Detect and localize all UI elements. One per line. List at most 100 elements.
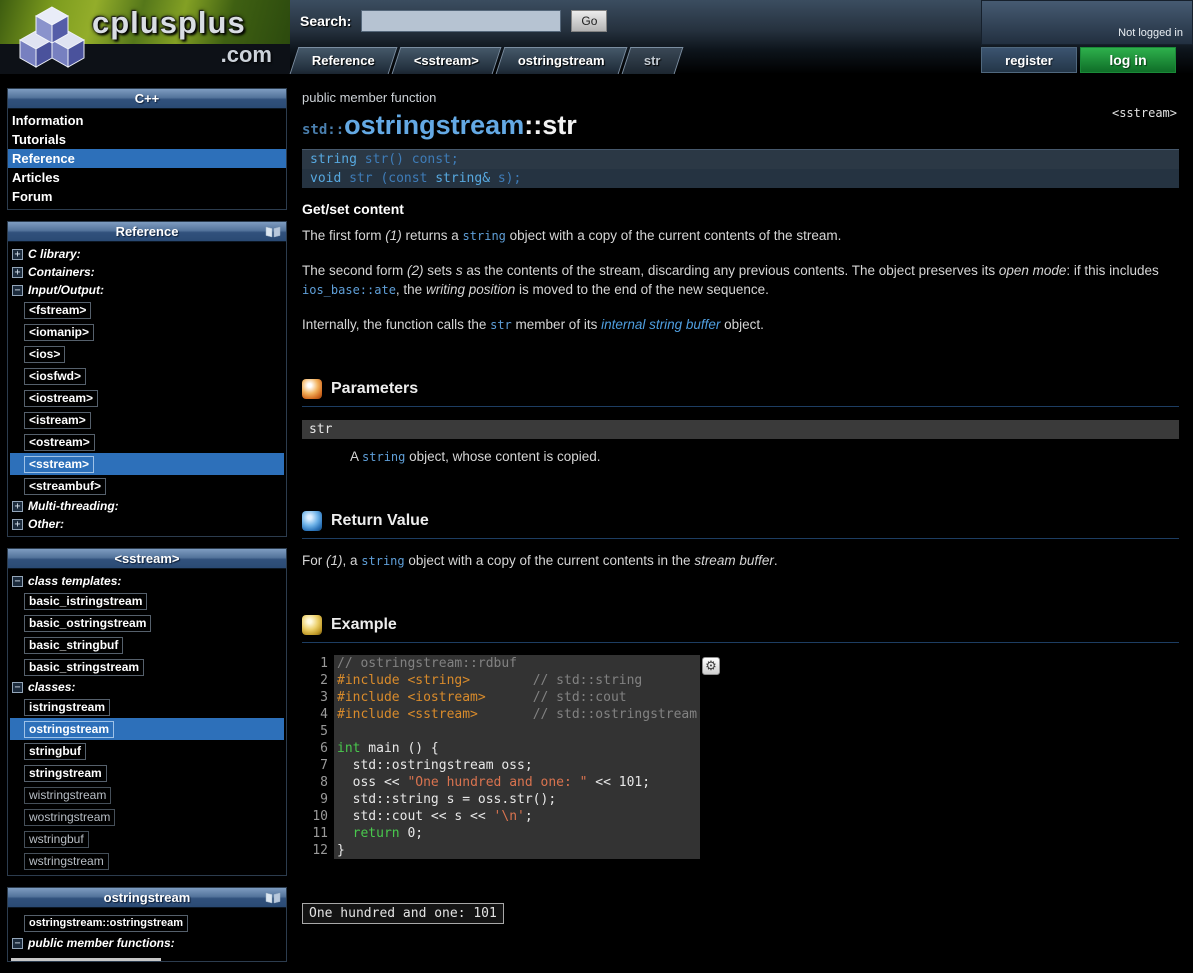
tree-item-row: stringbuf	[10, 740, 284, 762]
sidebar-header-sstream[interactable]: <sstream>	[8, 549, 286, 569]
tree-item-ostringstream-ostringstream[interactable]: ostringstream::ostringstream	[24, 915, 188, 932]
tree-item-row: ostringstream::ostringstream	[10, 911, 284, 934]
tree-item-basic-ostringstream[interactable]: basic_ostringstream	[24, 615, 151, 632]
tree-group-label-class-templates[interactable]: class templates:	[28, 574, 121, 588]
tree-group-label-input-output[interactable]: Input/Output:	[28, 283, 104, 297]
tree-group-label-c-library[interactable]: C library:	[28, 247, 81, 261]
site-logo[interactable]: cplusplus .com	[0, 0, 290, 74]
tree-group-label-multi-threading[interactable]: Multi-threading:	[28, 499, 119, 513]
text-segment: returns a	[402, 228, 463, 243]
inline-code-link[interactable]: ios_base::ate	[302, 283, 396, 297]
header-file-link[interactable]: <sstream>	[1112, 106, 1177, 120]
line-number: 6	[312, 740, 334, 757]
sidebar-item-tutorials[interactable]: Tutorials	[8, 130, 286, 149]
example-title: Example	[331, 616, 397, 634]
text-segment: str() const;	[357, 152, 459, 167]
register-button[interactable]: register	[981, 47, 1077, 73]
tree-item-wostringstream[interactable]: wostringstream	[24, 809, 115, 826]
tree-group-label-classes[interactable]: classes:	[28, 680, 75, 694]
collapse-minus-icon[interactable]: −	[12, 285, 23, 296]
code-text: // ostringstream::rdbuf	[334, 655, 700, 672]
tree-item-wistringstream[interactable]: wistringstream	[24, 787, 111, 804]
declaration-line: void str (const string& s);	[302, 169, 1179, 188]
tree-item-fstream[interactable]: <fstream>	[24, 302, 91, 319]
tree-item-basic-stringstream[interactable]: basic_stringstream	[24, 659, 144, 676]
tree-item-ios[interactable]: <ios>	[24, 346, 65, 363]
text-segment: }	[337, 843, 345, 858]
tree-item-stringstream[interactable]: stringstream	[24, 765, 107, 782]
tree-item-ostringstream[interactable]: ostringstream	[24, 721, 114, 738]
site-header: cplusplus .com Search: Go Not logged in …	[0, 0, 1193, 74]
login-button[interactable]: log in	[1080, 47, 1176, 73]
text-segment: For	[302, 553, 326, 568]
breadcrumb-tab-ostringstream[interactable]: ostringstream	[496, 47, 627, 74]
tree-item-stringbuf[interactable]: stringbuf	[24, 743, 86, 760]
tree-item-basic-stringbuf[interactable]: basic_stringbuf	[24, 637, 123, 654]
inline-code-link[interactable]: string	[463, 229, 506, 243]
tree-item-iostream[interactable]: <iostream>	[24, 390, 98, 407]
tree-item-wstringstream[interactable]: wstringstream	[24, 853, 109, 870]
tree-item-istream[interactable]: <istream>	[24, 412, 91, 429]
tree-item-basic-istringstream[interactable]: basic_istringstream	[24, 593, 147, 610]
inline-code-link[interactable]: string	[361, 554, 404, 568]
line-number: 2	[312, 672, 334, 689]
return-value-heading: Return Value	[302, 511, 1179, 539]
page-title-member: ::str	[524, 110, 577, 140]
text-segment: int	[337, 741, 360, 756]
tree-item-row: <iomanip>	[10, 321, 284, 343]
tree-item-row: ostringstream	[10, 718, 284, 740]
parameter-description: A string object, whose content is copied…	[350, 447, 1179, 467]
text-segment: 0;	[400, 826, 423, 841]
sidebar-item-reference[interactable]: Reference	[8, 149, 286, 168]
tree-item-row: <ios>	[10, 343, 284, 365]
breadcrumb-tab-reference[interactable]: Reference	[290, 47, 398, 74]
text-segment: Internally, the function calls the	[302, 317, 490, 332]
text-segment: The second form	[302, 263, 407, 278]
tree-item-streambuf[interactable]: <streambuf>	[24, 478, 106, 495]
tree-item-iosfwd[interactable]: <iosfwd>	[24, 368, 86, 385]
breadcrumb-tab-sstream[interactable]: <sstream>	[391, 47, 501, 74]
sidebar-header-ostringstream-label: ostringstream	[104, 890, 191, 905]
tree-item-row: wostringstream	[10, 806, 284, 828]
declaration-box: string str() const;void str (const strin…	[302, 149, 1179, 188]
code-line: 7 std::ostringstream oss;	[312, 757, 700, 774]
sidebar-item-information[interactable]: Information	[8, 111, 286, 130]
inline-code-link[interactable]: string	[362, 450, 405, 464]
tree-item-iomanip[interactable]: <iomanip>	[24, 324, 94, 341]
text-segment: (2)	[407, 263, 424, 278]
collapse-minus-icon[interactable]: −	[12, 682, 23, 693]
sidebar-header-ostringstream[interactable]: ostringstream	[8, 888, 286, 908]
breadcrumb-tab-label: <sstream>	[414, 48, 479, 74]
search-go-button[interactable]: Go	[571, 10, 607, 32]
tree-item-istringstream[interactable]: istringstream	[24, 699, 110, 716]
tree-group-label-public-member-functions[interactable]: public member functions:	[28, 936, 175, 950]
tree-item-ostream[interactable]: <ostream>	[24, 434, 95, 451]
code-line: 12}	[312, 842, 700, 859]
sidebar-header-reference[interactable]: Reference	[8, 222, 286, 242]
text-segment: .	[774, 553, 778, 568]
collapse-minus-icon[interactable]: −	[12, 938, 23, 949]
sidebar-section-sstream: <sstream> −class templates:basic_istring…	[7, 548, 287, 876]
inline-link[interactable]: internal string buffer	[601, 317, 720, 332]
collapse-minus-icon[interactable]: −	[12, 576, 23, 587]
sidebar-header-cpp[interactable]: C++	[8, 89, 286, 109]
breadcrumb-tab-str[interactable]: str	[621, 47, 682, 74]
sidebar-item-forum[interactable]: Forum	[8, 187, 286, 206]
inline-code-link[interactable]: str	[490, 318, 512, 332]
expand-plus-icon[interactable]: +	[12, 249, 23, 260]
code-settings-gear-button[interactable]: ⚙	[702, 657, 720, 675]
tree-group-label-other[interactable]: Other:	[28, 517, 64, 531]
text-segment: , the	[396, 282, 426, 297]
tree-group-label-containers[interactable]: Containers:	[28, 265, 95, 279]
logo-tld-text: .com	[221, 42, 272, 68]
expand-plus-icon[interactable]: +	[12, 501, 23, 512]
text-segment: #include <iostream>	[337, 690, 486, 705]
description-paragraph: Internally, the function calls the str m…	[302, 315, 1179, 335]
expand-plus-icon[interactable]: +	[12, 267, 23, 278]
sidebar-item-articles[interactable]: Articles	[8, 168, 286, 187]
tree-item-wstringbuf[interactable]: wstringbuf	[24, 831, 89, 848]
tree-item-row: wstringstream	[10, 850, 284, 872]
tree-item-sstream[interactable]: <sstream>	[24, 456, 94, 473]
expand-plus-icon[interactable]: +	[12, 519, 23, 530]
search-input[interactable]	[361, 10, 561, 32]
